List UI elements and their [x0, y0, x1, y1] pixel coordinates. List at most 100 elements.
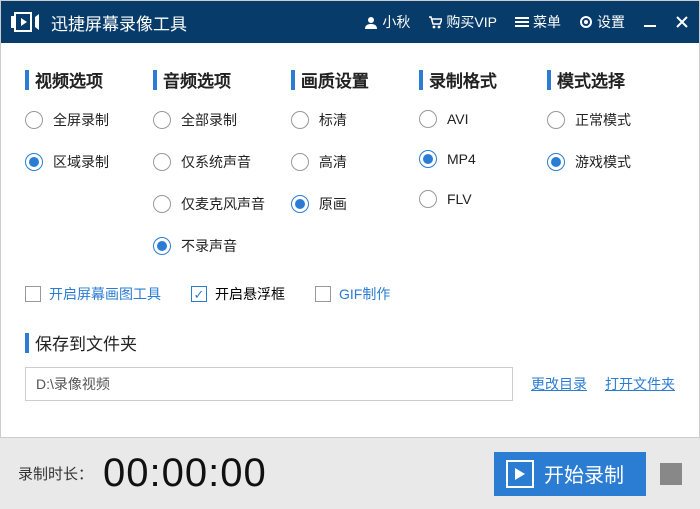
radio-format-1[interactable]: MP4 — [419, 150, 547, 168]
option-column-video: 视频选项全屏录制区域录制 — [25, 67, 153, 278]
option-header: 模式选择 — [547, 67, 675, 92]
radio-icon — [419, 150, 437, 168]
radio-audio-0[interactable]: 全部录制 — [153, 110, 291, 130]
radio-icon — [419, 110, 437, 128]
save-header-label: 保存到文件夹 — [35, 330, 137, 355]
option-column-format: 录制格式 AVI MP4 FLV — [419, 67, 547, 278]
radio-label: 游戏模式 — [575, 152, 631, 172]
option-column-mode: 模式选择正常模式游戏模式 — [547, 67, 675, 278]
open-folder-link[interactable]: 打开文件夹 — [605, 374, 675, 394]
checkbox-gif[interactable]: GIF制作 — [315, 284, 390, 304]
radio-label: 仅麦克风声音 — [181, 194, 265, 214]
titlebar: 迅捷屏幕录像工具 小秋 购买VIP 菜单 设置 — [1, 1, 699, 43]
radio-format-0[interactable]: AVI — [419, 110, 547, 128]
radio-audio-1[interactable]: 仅系统声音 — [153, 152, 291, 172]
start-label: 开始录制 — [544, 459, 624, 488]
radio-label: 不录声音 — [181, 236, 237, 256]
radio-label: AVI — [447, 111, 469, 127]
duration-label: 录制时长： — [18, 463, 93, 484]
accent-bar — [25, 70, 29, 90]
option-header-label: 画质设置 — [301, 67, 369, 92]
cart-icon — [428, 15, 442, 29]
stop-button[interactable] — [660, 463, 682, 485]
radio-quality-1[interactable]: 高清 — [291, 152, 419, 172]
accent-bar — [547, 70, 551, 90]
radio-label: 全屏录制 — [53, 110, 109, 130]
radio-icon — [153, 237, 171, 255]
logo-icon — [11, 11, 39, 33]
radio-icon — [153, 111, 171, 129]
radio-icon — [419, 190, 437, 208]
option-header-label: 模式选择 — [557, 67, 625, 92]
menu-label: 菜单 — [533, 12, 561, 32]
option-header-label: 音频选项 — [163, 67, 231, 92]
radio-quality-0[interactable]: 标清 — [291, 110, 419, 130]
radio-video-0[interactable]: 全屏录制 — [25, 110, 153, 130]
footer: 录制时长： 00:00:00 开始录制 — [0, 437, 700, 509]
checkbox-draw[interactable]: 开启屏幕画图工具 — [25, 284, 161, 304]
radio-label: 全部录制 — [181, 110, 237, 130]
radio-format-2[interactable]: FLV — [419, 190, 547, 208]
save-path-input[interactable] — [25, 367, 513, 401]
option-header-label: 录制格式 — [429, 67, 497, 92]
save-section: 保存到文件夹 更改目录 打开文件夹 — [25, 330, 675, 401]
minimize-button[interactable] — [643, 15, 657, 29]
user-label: 小秋 — [382, 12, 410, 32]
menu-button[interactable]: 菜单 — [515, 12, 561, 32]
start-record-button[interactable]: 开始录制 — [494, 452, 646, 496]
user-icon — [364, 15, 378, 29]
user-button[interactable]: 小秋 — [364, 12, 410, 32]
settings-label: 设置 — [597, 12, 625, 32]
radio-icon — [25, 111, 43, 129]
radio-quality-2[interactable]: 原画 — [291, 194, 419, 214]
checkbox-row: 开启屏幕画图工具 开启悬浮框 GIF制作 — [25, 284, 675, 304]
radio-icon — [291, 153, 309, 171]
checkbox-float[interactable]: 开启悬浮框 — [191, 284, 285, 304]
radio-icon — [291, 195, 309, 213]
settings-button[interactable]: 设置 — [579, 12, 625, 32]
accent-bar — [419, 70, 423, 90]
radio-label: 区域录制 — [53, 152, 109, 172]
save-header: 保存到文件夹 — [25, 330, 675, 355]
radio-video-1[interactable]: 区域录制 — [25, 152, 153, 172]
radio-label: 高清 — [319, 152, 347, 172]
checkbox-label: GIF制作 — [339, 284, 390, 304]
checkbox-label: 开启屏幕画图工具 — [49, 284, 161, 304]
radio-mode-1[interactable]: 游戏模式 — [547, 152, 675, 172]
accent-bar — [153, 70, 157, 90]
checkbox-icon — [315, 286, 331, 302]
app-title: 迅捷屏幕录像工具 — [51, 10, 187, 35]
app-logo: 迅捷屏幕录像工具 — [11, 10, 187, 35]
radio-mode-0[interactable]: 正常模式 — [547, 110, 675, 130]
radio-label: 仅系统声音 — [181, 152, 251, 172]
main-area: 视频选项全屏录制区域录制音频选项全部录制仅系统声音仅麦克风声音不录声音画质设置标… — [1, 43, 699, 411]
play-icon — [506, 460, 534, 488]
radio-audio-3[interactable]: 不录声音 — [153, 236, 291, 256]
timer-display: 00:00:00 — [103, 451, 267, 496]
radio-label: 标清 — [319, 110, 347, 130]
close-button[interactable] — [675, 15, 689, 29]
gear-icon — [579, 15, 593, 29]
option-column-audio: 音频选项全部录制仅系统声音仅麦克风声音不录声音 — [153, 67, 291, 278]
radio-audio-2[interactable]: 仅麦克风声音 — [153, 194, 291, 214]
option-column-quality: 画质设置标清高清原画 — [291, 67, 419, 278]
option-header-label: 视频选项 — [35, 67, 103, 92]
radio-icon — [153, 195, 171, 213]
vip-button[interactable]: 购买VIP — [428, 12, 497, 32]
checkbox-label: 开启悬浮框 — [215, 284, 285, 304]
menu-icon — [515, 15, 529, 29]
radio-label: 正常模式 — [575, 110, 631, 130]
option-header: 画质设置 — [291, 67, 419, 92]
radio-label: 原画 — [319, 194, 347, 214]
radio-label: FLV — [447, 191, 472, 207]
option-header: 录制格式 — [419, 67, 547, 92]
checkbox-icon — [191, 286, 207, 302]
accent-bar — [25, 333, 29, 353]
option-header: 视频选项 — [25, 67, 153, 92]
checkbox-icon — [25, 286, 41, 302]
close-icon — [675, 15, 689, 29]
change-dir-link[interactable]: 更改目录 — [531, 374, 587, 394]
accent-bar — [291, 70, 295, 90]
radio-icon — [25, 153, 43, 171]
radio-icon — [291, 111, 309, 129]
